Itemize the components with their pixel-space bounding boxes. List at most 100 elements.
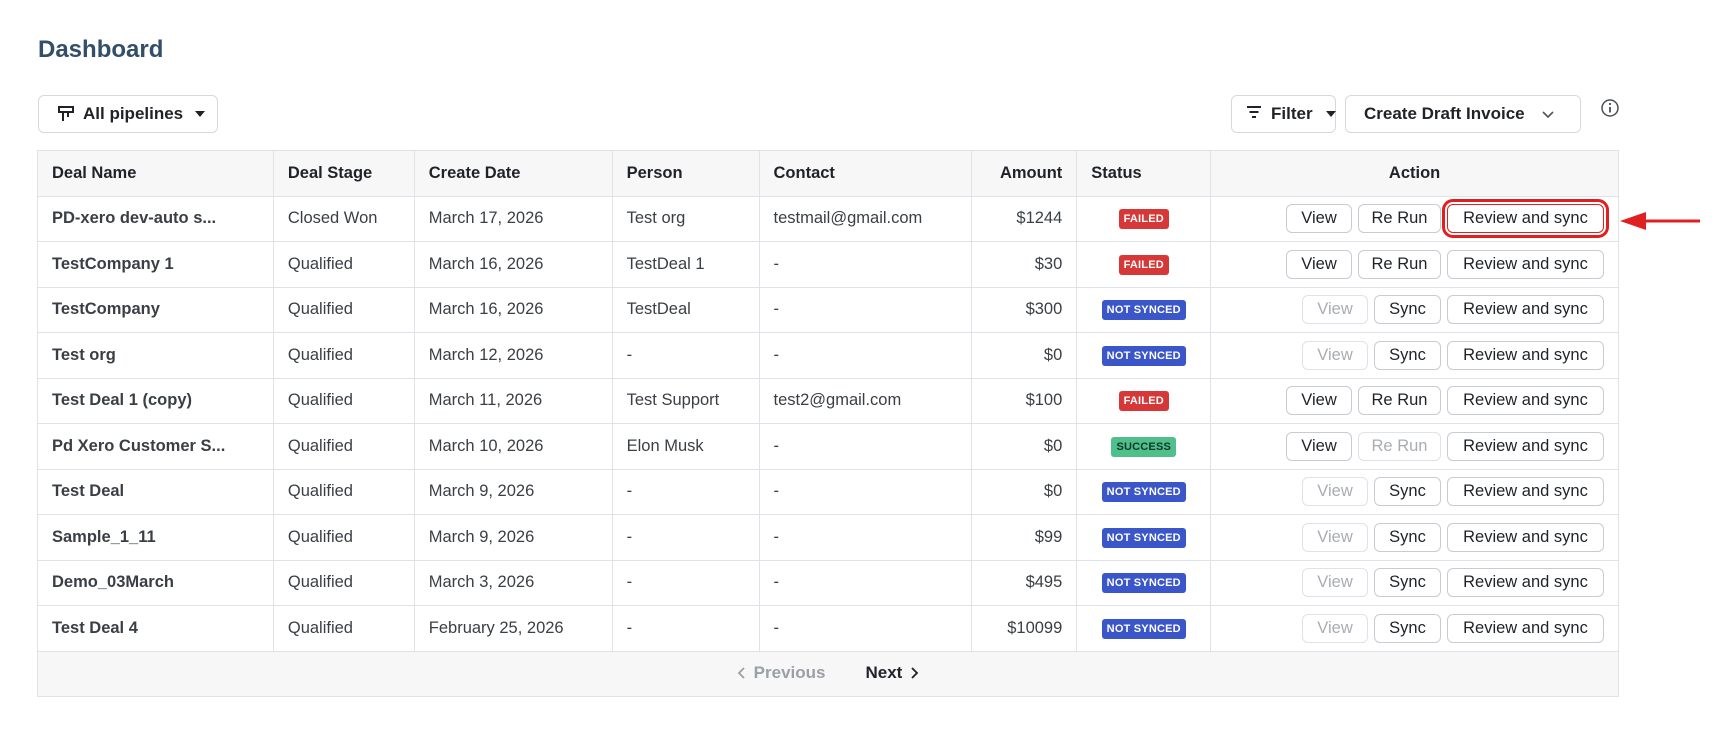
deal-name-cell: TestCompany 1 bbox=[37, 241, 274, 288]
contact-cell: - bbox=[758, 241, 973, 288]
create-date-cell: March 17, 2026 bbox=[413, 195, 613, 242]
sync-button[interactable]: Sync bbox=[1374, 522, 1441, 552]
contact-cell: - bbox=[758, 514, 973, 561]
actions-cell: View Re Run Review and sync bbox=[1210, 377, 1619, 424]
column-header[interactable]: Status bbox=[1076, 150, 1212, 197]
status-cell: FAILED bbox=[1076, 377, 1212, 424]
amount-cell: $300 bbox=[971, 286, 1078, 333]
column-header[interactable]: Deal Stage bbox=[272, 150, 415, 197]
contact-cell: - bbox=[758, 286, 973, 333]
review-and-sync-button[interactable]: Review and sync bbox=[1447, 477, 1604, 507]
rerun-button[interactable]: Re Run bbox=[1358, 204, 1441, 234]
deal-stage-cell: Qualified bbox=[272, 377, 415, 424]
status-cell: NOT SYNCED bbox=[1076, 605, 1212, 652]
status-badge: NOT SYNCED bbox=[1101, 527, 1186, 548]
status-cell: SUCCESS bbox=[1076, 423, 1212, 470]
sync-button[interactable]: Sync bbox=[1374, 340, 1441, 370]
amount-cell: $0 bbox=[971, 468, 1078, 515]
review-and-sync-button[interactable]: Review and sync bbox=[1447, 431, 1604, 461]
view-button[interactable]: View bbox=[1286, 249, 1352, 279]
view-button[interactable]: View bbox=[1302, 295, 1368, 325]
person-cell: Elon Musk bbox=[611, 423, 760, 470]
view-button[interactable]: View bbox=[1302, 568, 1368, 598]
view-button[interactable]: View bbox=[1302, 340, 1368, 370]
status-cell: NOT SYNCED bbox=[1076, 559, 1212, 606]
review-and-sync-button[interactable]: Review and sync bbox=[1447, 613, 1604, 643]
amount-cell: $100 bbox=[971, 377, 1078, 424]
person-cell: - bbox=[611, 559, 760, 606]
column-header[interactable]: Person bbox=[611, 150, 760, 197]
view-button[interactable]: View bbox=[1286, 386, 1352, 416]
status-badge: NOT SYNCED bbox=[1101, 618, 1186, 639]
actions-cell: View Sync Review and sync bbox=[1210, 559, 1619, 606]
person-cell: - bbox=[611, 514, 760, 561]
sync-button[interactable]: Sync bbox=[1374, 568, 1441, 598]
table-row: Test org Qualified March 12, 2026- - $0 NOT S… bbox=[37, 332, 1619, 379]
pagination: Previous Next bbox=[37, 650, 1619, 697]
status-badge: NOT SYNCED bbox=[1101, 482, 1186, 503]
actions-cell: View Sync Review and sync bbox=[1210, 605, 1619, 652]
status-cell: FAILED bbox=[1076, 241, 1212, 288]
info-icon[interactable] bbox=[1600, 98, 1620, 118]
pipelines-dropdown[interactable]: All pipelines bbox=[38, 95, 218, 133]
deal-stage-cell: Qualified bbox=[272, 559, 415, 606]
create-draft-invoice-dropdown[interactable]: Create Draft Invoice bbox=[1345, 95, 1581, 133]
review-and-sync-button[interactable]: Review and sync bbox=[1447, 568, 1604, 598]
view-button[interactable]: View bbox=[1286, 204, 1352, 234]
person-cell: - bbox=[611, 332, 760, 379]
status-badge: NOT SYNCED bbox=[1101, 300, 1186, 321]
review-and-sync-button[interactable]: Review and sync bbox=[1447, 249, 1604, 279]
annotation-arrow-icon bbox=[1620, 212, 1700, 230]
status-cell: NOT SYNCED bbox=[1076, 514, 1212, 561]
actions-cell: View Sync Review and sync bbox=[1210, 468, 1619, 515]
column-header[interactable]: Contact bbox=[758, 150, 973, 197]
deal-name-cell: PD-xero dev-auto s... bbox=[37, 195, 274, 242]
column-header[interactable]: Deal Name bbox=[37, 150, 274, 197]
amount-cell: $1244 bbox=[971, 195, 1078, 242]
deal-stage-cell: Qualified bbox=[272, 605, 415, 652]
status-cell: FAILED bbox=[1076, 195, 1212, 242]
review-and-sync-button[interactable]: Review and sync bbox=[1447, 386, 1604, 416]
column-header[interactable]: Create Date bbox=[413, 150, 613, 197]
next-button[interactable]: Next bbox=[865, 663, 919, 683]
person-cell: TestDeal 1 bbox=[611, 241, 760, 288]
deal-name-cell: Test org bbox=[37, 332, 274, 379]
actions-cell: View Sync Review and sync bbox=[1210, 514, 1619, 561]
column-header[interactable]: Amount bbox=[971, 150, 1078, 197]
view-button[interactable]: View bbox=[1302, 477, 1368, 507]
contact-cell: test2@gmail.com bbox=[758, 377, 973, 424]
status-badge: FAILED bbox=[1118, 254, 1169, 275]
review-and-sync-button[interactable]: Review and sync bbox=[1447, 340, 1604, 370]
create-date-cell: March 16, 2026 bbox=[413, 286, 613, 333]
view-button[interactable]: View bbox=[1302, 522, 1368, 552]
amount-cell: $0 bbox=[971, 423, 1078, 470]
page-title: Dashboard bbox=[38, 36, 164, 63]
review-and-sync-button[interactable]: Review and sync bbox=[1447, 295, 1604, 325]
create-date-cell: March 9, 2026 bbox=[413, 514, 613, 561]
review-and-sync-button[interactable]: Review and sync bbox=[1447, 522, 1604, 552]
review-and-sync-button[interactable]: Review and sync bbox=[1442, 199, 1609, 239]
chevron-down-icon bbox=[1541, 104, 1555, 124]
contact-cell: - bbox=[758, 423, 973, 470]
create-date-cell: March 3, 2026 bbox=[413, 559, 613, 606]
dashboard-page: Dashboard All pipelines Filter Create Dr… bbox=[0, 0, 1732, 739]
deal-name-cell: Test Deal 4 bbox=[37, 605, 274, 652]
chevron-right-icon bbox=[911, 667, 919, 679]
column-header: Action bbox=[1210, 150, 1619, 197]
filter-icon bbox=[1246, 104, 1262, 124]
create-date-cell: March 10, 2026 bbox=[413, 423, 613, 470]
sync-button[interactable]: Sync bbox=[1374, 613, 1441, 643]
view-button[interactable]: View bbox=[1286, 431, 1352, 461]
amount-cell: $30 bbox=[971, 241, 1078, 288]
sync-button[interactable]: Sync bbox=[1374, 477, 1441, 507]
filter-button[interactable]: Filter bbox=[1231, 95, 1336, 133]
rerun-button[interactable]: Re Run bbox=[1358, 386, 1441, 416]
status-badge: NOT SYNCED bbox=[1101, 573, 1186, 594]
amount-cell: $99 bbox=[971, 514, 1078, 561]
rerun-button[interactable]: Re Run bbox=[1358, 431, 1441, 461]
view-button[interactable]: View bbox=[1302, 613, 1368, 643]
sync-button[interactable]: Sync bbox=[1374, 295, 1441, 325]
deal-stage-cell: Qualified bbox=[272, 423, 415, 470]
previous-button[interactable]: Previous bbox=[737, 663, 825, 683]
rerun-button[interactable]: Re Run bbox=[1358, 249, 1441, 279]
